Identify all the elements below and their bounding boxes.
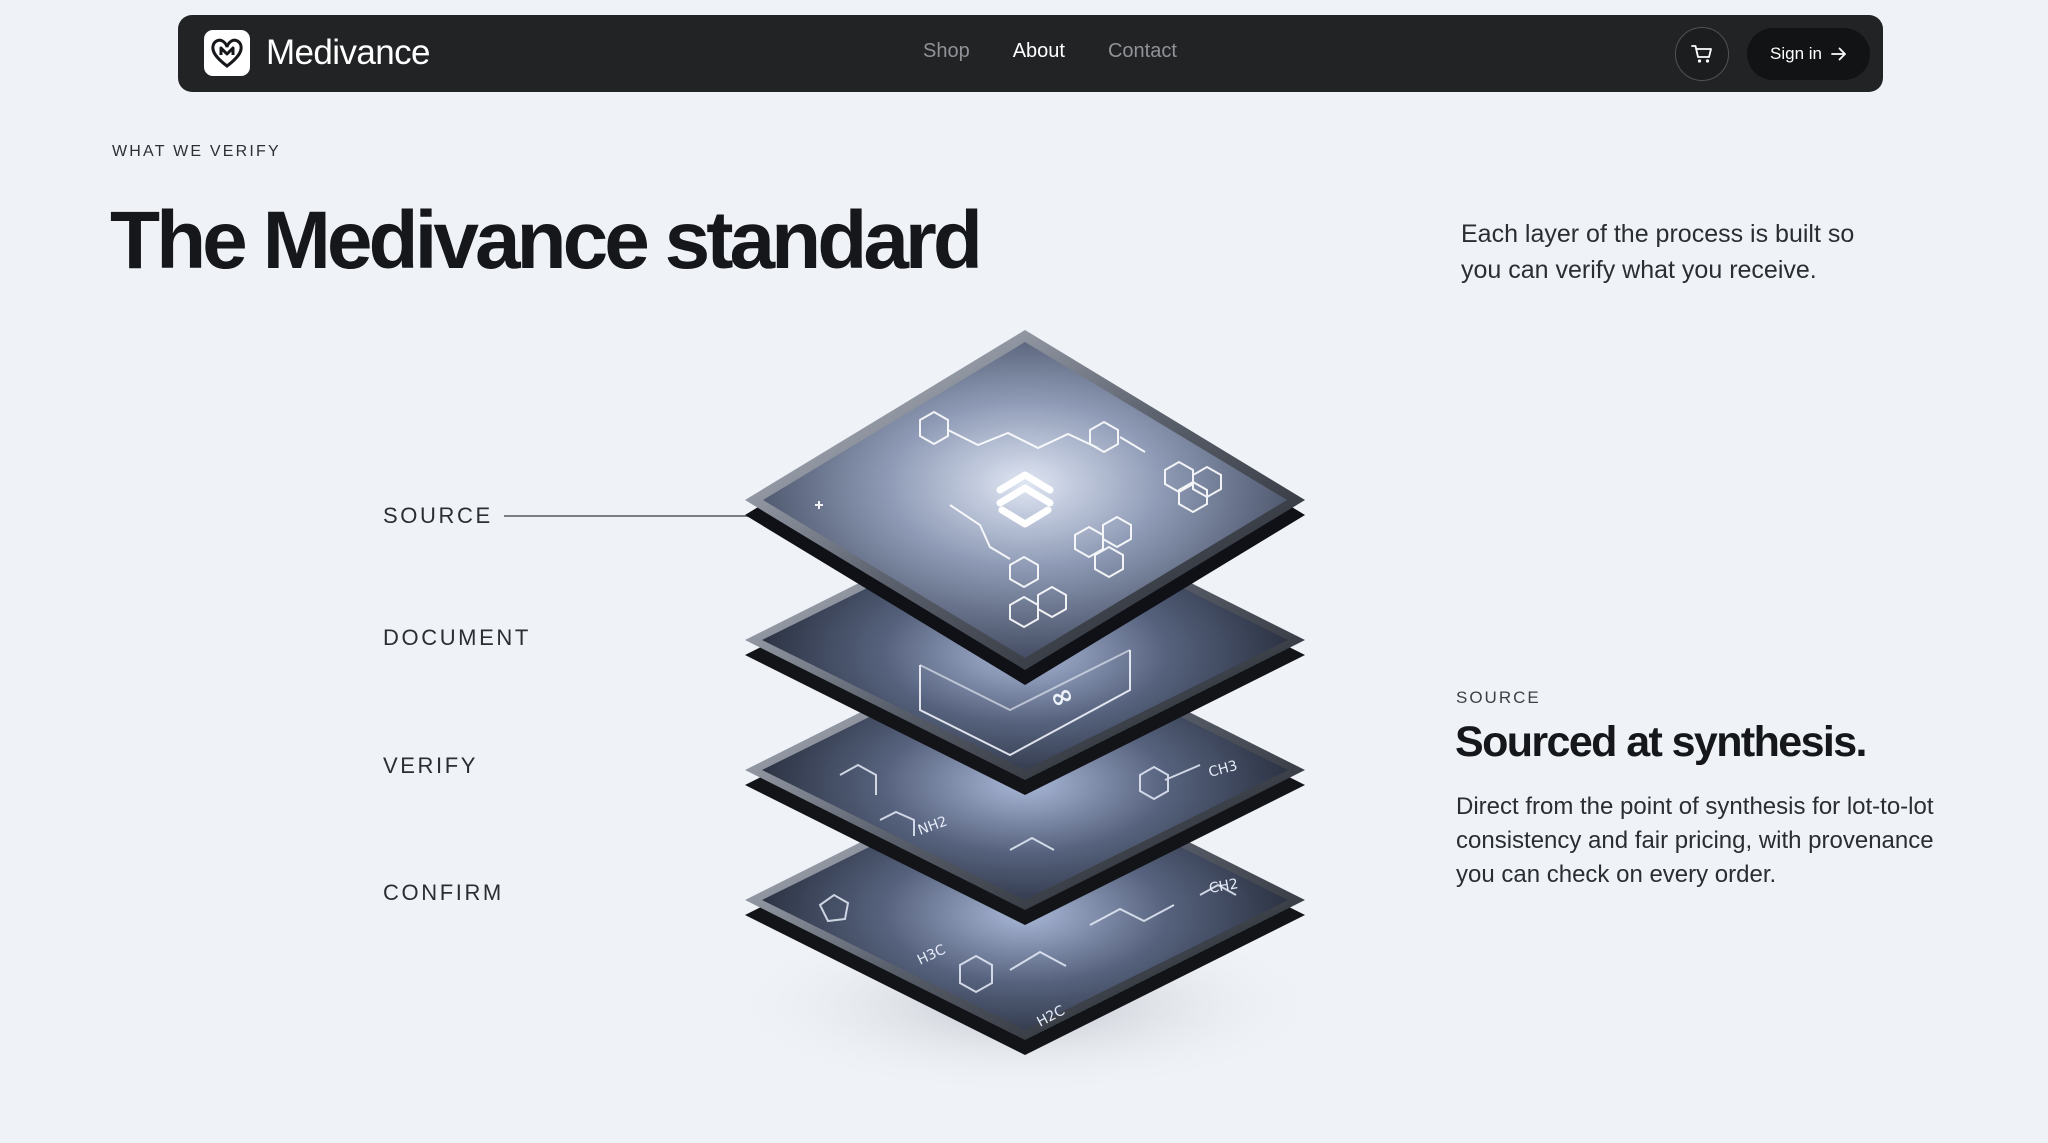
shopping-cart-icon xyxy=(1691,45,1712,63)
detail-body: Direct from the point of synthesis for l… xyxy=(1456,793,1934,888)
nav-link-about[interactable]: About xyxy=(1013,40,1065,63)
nav-link-contact[interactable]: Contact xyxy=(1108,40,1177,63)
layer-label-verify[interactable]: VERIFY xyxy=(383,753,478,779)
section-eyebrow: WHAT WE VERIFY xyxy=(112,143,281,160)
medivance-logo-icon[interactable] xyxy=(204,30,250,76)
brand-name[interactable]: Medivance xyxy=(266,33,430,73)
layer-label-confirm[interactable]: CONFIRM xyxy=(383,880,504,906)
detail-title: Sourced at synthesis. xyxy=(1455,718,1867,766)
layer-stack-illustration: H3C H2C CH2 NH2 CH3 ∞ xyxy=(725,330,1325,1095)
detail-eyebrow: SOURCE xyxy=(1456,688,1541,707)
layer-label-document[interactable]: DOCUMENT xyxy=(383,625,531,651)
sign-in-label: Sign in xyxy=(1770,44,1822,63)
page-title: The Medivance standard xyxy=(110,195,983,286)
cart-button[interactable] xyxy=(1675,27,1729,81)
intro-text: Each layer of the process is built so yo… xyxy=(1461,220,1855,284)
main-nav: Shop About Contact xyxy=(923,40,1177,63)
nav-link-shop[interactable]: Shop xyxy=(923,40,970,63)
layer-label-source[interactable]: SOURCE xyxy=(383,503,493,529)
arrow-right-icon xyxy=(1831,47,1846,61)
sign-in-button[interactable]: Sign in xyxy=(1747,28,1870,80)
top-navbar: Medivance Shop About Contact Sign in xyxy=(178,15,1883,92)
